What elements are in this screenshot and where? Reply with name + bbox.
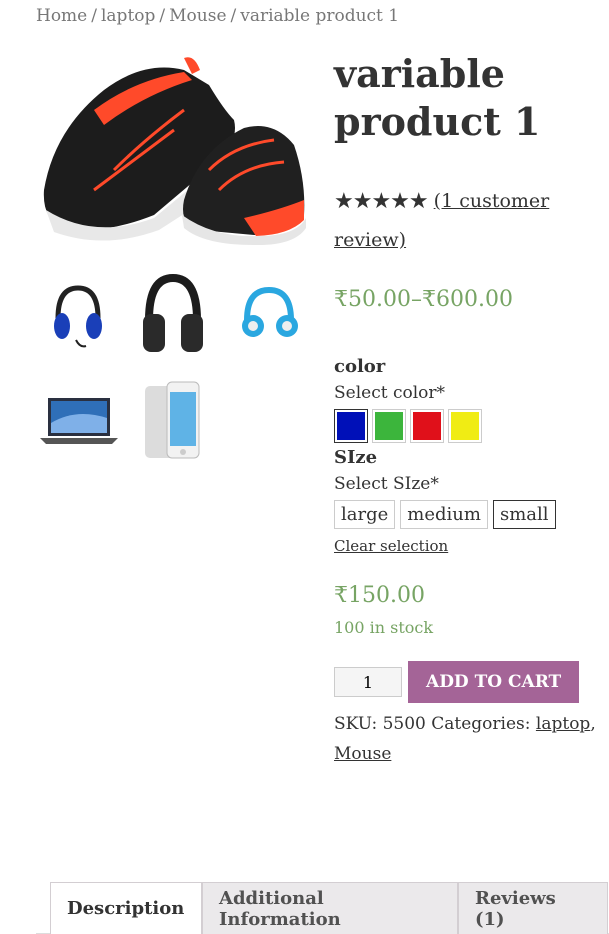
breadcrumb-mouse[interactable]: Mouse (169, 6, 226, 26)
color-select-label: Select color* (334, 383, 446, 403)
breadcrumb-separator: / (159, 6, 166, 26)
color-attribute-title: color (334, 356, 386, 377)
category-link-laptop[interactable]: laptop (536, 714, 590, 734)
main-product-image[interactable] (34, 50, 312, 248)
swatch-green[interactable] (372, 409, 406, 443)
product-tabs: Description Additional Information Revie… (36, 882, 609, 934)
category-link-mouse[interactable]: Mouse (334, 744, 391, 764)
add-to-cart-button[interactable]: ADD TO CART (408, 661, 580, 703)
size-small[interactable]: small (492, 500, 556, 529)
price-range: ₹50.00–₹600.00 (334, 287, 513, 312)
breadcrumb-home[interactable]: Home (36, 6, 87, 26)
swatch-fill (337, 412, 365, 440)
swatch-fill (451, 412, 479, 440)
breadcrumb: Home / laptop / Mouse / variable product 1 (36, 6, 399, 26)
tab-reviews[interactable]: Reviews (1) (458, 882, 608, 934)
swatch-fill (413, 412, 441, 440)
stock-status: 100 in stock (334, 618, 434, 637)
size-attribute-title: SIze (334, 447, 378, 468)
thumbnail-phone[interactable] (131, 378, 215, 462)
star-rating: ★★★★★ (334, 189, 429, 214)
rating: ★★★★★ (1 customer review) (334, 182, 604, 259)
size-large[interactable]: large (334, 500, 396, 529)
thumbnail-laptop[interactable] (36, 378, 120, 462)
size-select-label: Select SIze* (334, 474, 439, 494)
quantity-input[interactable] (334, 667, 402, 697)
thumbnail-light-blue-headphones[interactable] (227, 274, 311, 358)
sku-and-categories-label: SKU: 5500 Categories: (334, 714, 536, 734)
variation-price: ₹150.00 (334, 583, 425, 608)
tab-description[interactable]: Description (50, 882, 202, 934)
breadcrumb-separator: / (91, 6, 97, 26)
add-to-cart-row: ADD TO CART (334, 661, 604, 703)
size-options: large medium small (334, 500, 604, 529)
swatch-yellow[interactable] (448, 409, 482, 443)
breadcrumb-separator: / (230, 6, 237, 26)
swatch-blue[interactable] (334, 409, 368, 443)
color-swatches (334, 409, 604, 443)
swatch-fill (375, 412, 403, 440)
breadcrumb-laptop[interactable]: laptop (101, 6, 155, 26)
product-meta: SKU: 5500 Categories: laptop, Mouse (334, 709, 604, 769)
thumbnail-black-headphones[interactable] (131, 274, 215, 358)
thumbnail-blue-headphones[interactable] (36, 274, 120, 358)
size-medium[interactable]: medium (400, 500, 488, 529)
product-summary: variable product 1 ★★★★★ (1 customer rev… (334, 50, 604, 769)
category-comma: , (590, 714, 596, 734)
tab-additional-information[interactable]: Additional Information (202, 882, 458, 934)
clear-selection-link[interactable]: Clear selection (334, 537, 448, 555)
breadcrumb-current: variable product 1 (240, 6, 400, 26)
product-title: variable product 1 (334, 51, 541, 144)
swatch-red[interactable] (410, 409, 444, 443)
